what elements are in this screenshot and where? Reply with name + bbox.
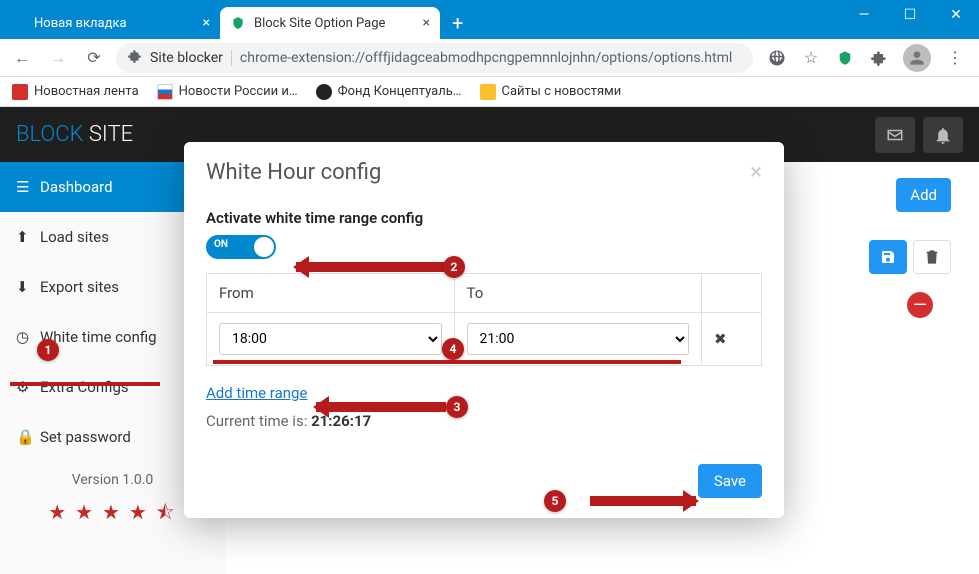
clock-icon: ◷ [16, 328, 32, 346]
bookmark-item[interactable]: Новостная лента [12, 84, 139, 100]
gear-icon: ⚙ [16, 378, 32, 396]
menu-icon[interactable]: ⋮ [945, 48, 965, 68]
back-button[interactable]: ← [8, 44, 36, 72]
add-button[interactable]: Add [896, 178, 951, 212]
annotation-badge-4: 4 [442, 338, 464, 360]
forward-button[interactable]: → [44, 44, 72, 72]
close-icon[interactable]: × [415, 15, 430, 31]
to-select[interactable]: 21:00 [467, 323, 690, 355]
site-info: Site blocker [150, 50, 232, 66]
new-tab-button[interactable]: + [440, 7, 475, 39]
browser-titlebar: Новая вкладка × Block Site Option Page ×… [0, 0, 979, 39]
upload-icon: ⬆ [16, 228, 32, 246]
favicon-shield-icon [230, 15, 246, 31]
annotation-badge-3: 3 [446, 396, 468, 418]
star-icon[interactable]: ☆ [801, 48, 821, 68]
mail-button[interactable] [875, 117, 915, 153]
remove-entry-button[interactable]: — [907, 292, 933, 318]
bookmark-icon [157, 84, 173, 100]
bookmark-icon [480, 84, 496, 100]
tab-options[interactable]: Block Site Option Page × [220, 7, 440, 39]
annotation-arrow-2 [296, 262, 444, 272]
favicon-blank [10, 15, 26, 31]
annotation-arrow-3 [316, 402, 446, 412]
maximize-button[interactable]: ☐ [887, 0, 933, 30]
bookmark-icon [316, 84, 332, 100]
delete-range-button[interactable]: ✖ [702, 313, 762, 366]
white-hour-modal: White Hour config × Activate white time … [184, 142, 784, 518]
annotation-badge-5: 5 [544, 490, 566, 512]
toggle-knob [254, 237, 274, 257]
activate-label: Activate white time range config [206, 209, 762, 227]
close-icon[interactable]: × [195, 15, 210, 31]
window-controls: — ☐ ✕ [841, 0, 979, 39]
extensions-icon[interactable] [869, 48, 889, 68]
translate-icon[interactable] [767, 48, 787, 68]
extension-blocksite-icon[interactable] [835, 48, 855, 68]
url-text: chrome-extension://offfjidagceabmodhpcng… [240, 50, 732, 66]
from-select[interactable]: 18:00 [219, 323, 442, 355]
bookmark-item[interactable]: Фонд Концептуаль… [316, 84, 462, 100]
annotation-badge-2: 2 [443, 256, 465, 278]
address-bar: ← → ⟳ Site blocker chrome-extension://of… [0, 39, 979, 77]
bookmark-icon [12, 84, 28, 100]
col-to: To [454, 274, 702, 313]
bookmark-item[interactable]: Сайты с новостями [480, 84, 622, 100]
close-window-button[interactable]: ✕ [933, 0, 979, 30]
bookmark-item[interactable]: Новости России и… [157, 84, 298, 100]
activate-toggle[interactable]: ON [206, 235, 276, 259]
row-delete-button[interactable] [913, 240, 951, 274]
profile-avatar[interactable] [903, 44, 931, 72]
col-from: From [207, 274, 455, 313]
add-time-range-link[interactable]: Add time range [206, 384, 307, 402]
bookmarks-bar: Новостная лента Новости России и… Фонд К… [0, 77, 979, 107]
row-save-button[interactable] [869, 240, 907, 274]
annotation-underline-1 [10, 382, 160, 386]
download-icon: ⬇ [16, 278, 32, 296]
extension-icon [128, 49, 142, 67]
url-box[interactable]: Site blocker chrome-extension://offfjida… [116, 43, 753, 73]
tab-new[interactable]: Новая вкладка × [0, 7, 220, 39]
annotation-underline-4 [213, 360, 681, 364]
current-time-row: Current time is: 21:26:17 [206, 412, 762, 430]
minimize-button[interactable]: — [841, 0, 887, 30]
tab-label: Новая вкладка [34, 16, 127, 31]
bell-button[interactable] [923, 117, 963, 153]
tab-label: Block Site Option Page [254, 16, 385, 31]
menu-bars-icon: ☰ [16, 178, 32, 196]
modal-title: White Hour config [206, 160, 381, 185]
annotation-badge-1: 1 [37, 339, 59, 361]
reload-button[interactable]: ⟳ [80, 44, 108, 72]
app-title: BLOCK SITE [16, 122, 133, 147]
time-range-table: From To 18:00 21:00 ✖ [206, 273, 762, 366]
lock-icon: 🔒 [16, 428, 32, 446]
modal-close-button[interactable]: × [750, 160, 762, 185]
annotation-arrow-5 [590, 496, 696, 506]
